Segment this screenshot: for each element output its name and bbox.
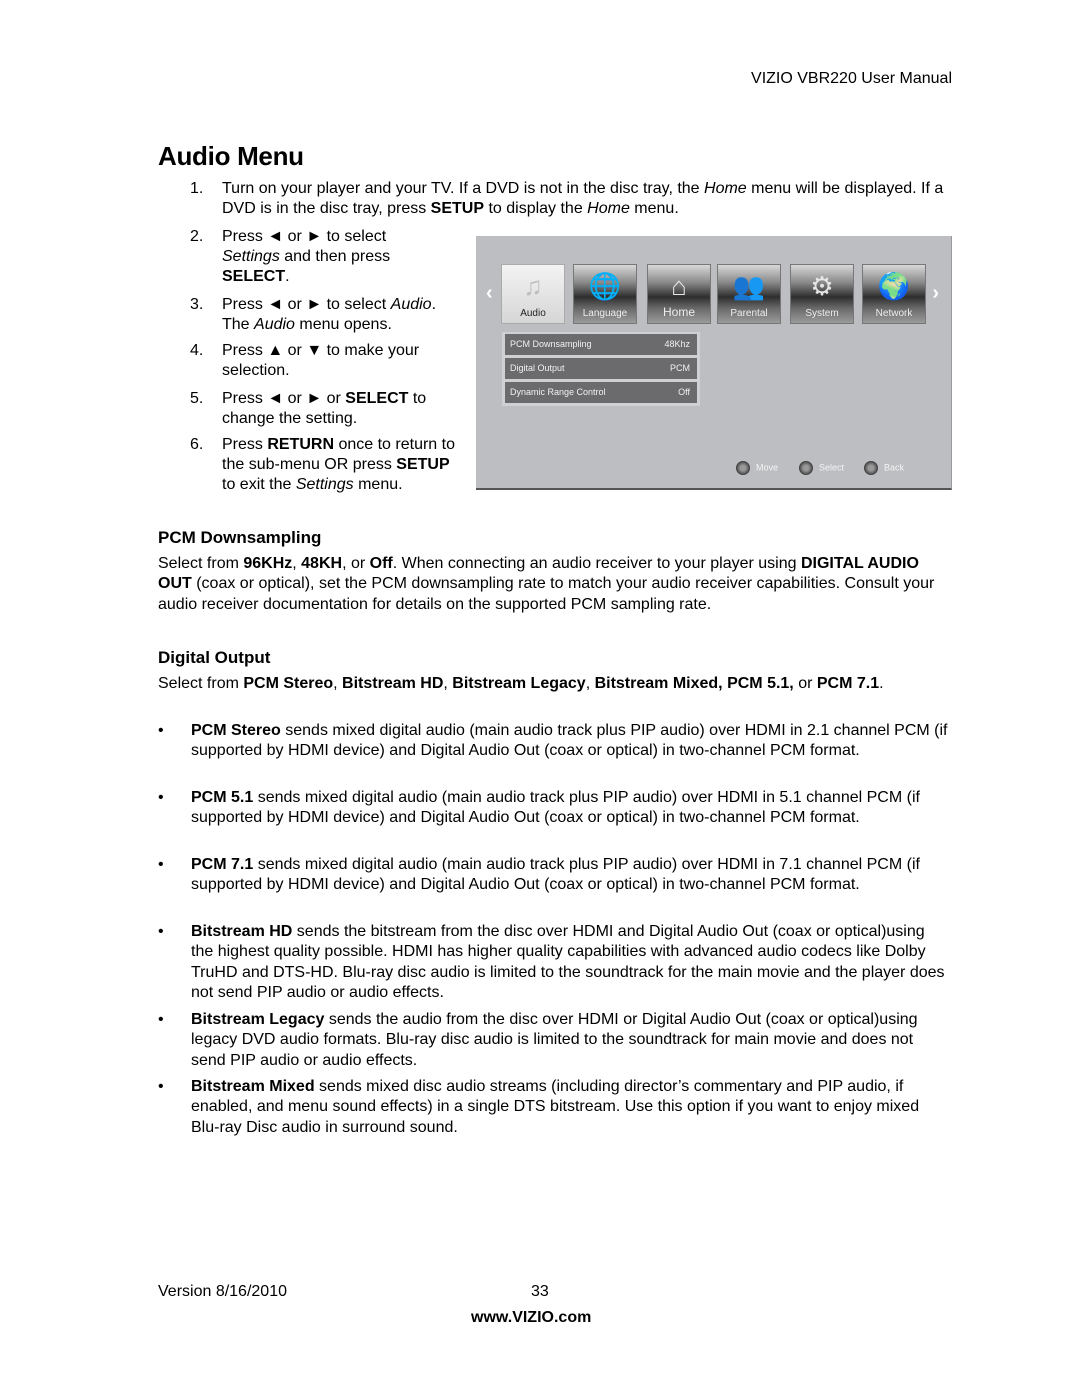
bullet-icon: • xyxy=(158,923,164,940)
right-arrow-icon: ► xyxy=(306,390,323,407)
up-arrow-icon: ▲ xyxy=(267,342,284,359)
footer-url-link[interactable]: www.VIZIO.com xyxy=(471,1309,591,1327)
hint-select: Select xyxy=(799,461,844,475)
page-title: Audio Menu xyxy=(158,141,304,171)
step-number: 1. xyxy=(190,180,204,197)
step-number: 6. xyxy=(190,436,204,453)
menu-tab-language[interactable]: 🌐 Language xyxy=(573,264,637,324)
globe-icon: 🌐 xyxy=(588,271,622,301)
step-number: 3. xyxy=(190,296,204,313)
nav-left-arrow-icon[interactable]: ‹ xyxy=(486,282,493,305)
dpad-icon xyxy=(799,461,813,475)
audio-menu-screenshot: ‹ › ♫ Audio 🌐 Language ⌂ Home 👥 Parental… xyxy=(476,236,952,490)
audio-settings-list: PCM Downsampling 48Khz Digital Output PC… xyxy=(502,332,700,406)
pcm-downsampling-description: Select from 96KHz, 48KH, or Off. When co… xyxy=(158,555,935,613)
music-note-icon: ♫ xyxy=(523,271,543,301)
people-icon: 👥 xyxy=(732,271,766,301)
setting-row-digital-output[interactable]: Digital Output PCM xyxy=(505,358,697,379)
manual-header-title: VIZIO VBR220 User Manual xyxy=(751,70,952,87)
footer-version: Version 8/16/2010 xyxy=(158,1283,287,1300)
bullet-icon: • xyxy=(158,1078,164,1095)
left-arrow-icon: ◄ xyxy=(267,296,284,313)
right-arrow-icon: ► xyxy=(306,296,323,313)
step-number: 4. xyxy=(190,342,204,359)
hint-move: Move xyxy=(736,461,778,475)
section-heading-pcm-downsampling: PCM Downsampling xyxy=(158,528,322,547)
gears-icon: ⚙ xyxy=(810,271,834,301)
menu-tab-system[interactable]: ⚙ System xyxy=(790,264,854,324)
section-heading-digital-output: Digital Output xyxy=(158,648,271,667)
digital-output-description: Select from PCM Stereo, Bitstream HD, Bi… xyxy=(158,675,884,692)
step-number: 5. xyxy=(190,390,204,407)
dpad-icon xyxy=(864,461,878,475)
menu-tab-home[interactable]: ⌂ Home xyxy=(647,264,711,324)
network-globe-icon: 🌍 xyxy=(877,271,911,301)
setting-row-dynamic-range-control[interactable]: Dynamic Range Control Off xyxy=(505,382,697,403)
nav-right-arrow-icon[interactable]: › xyxy=(932,282,939,305)
menu-tab-audio[interactable]: ♫ Audio xyxy=(501,264,565,324)
dpad-icon xyxy=(736,461,750,475)
house-icon: ⌂ xyxy=(671,271,687,301)
bullet-icon: • xyxy=(158,856,164,873)
bullet-icon: • xyxy=(158,789,164,806)
hint-back: Back xyxy=(864,461,904,475)
bullet-icon: • xyxy=(158,1011,164,1028)
down-arrow-icon: ▼ xyxy=(306,342,323,359)
setting-row-pcm-downsampling[interactable]: PCM Downsampling 48Khz xyxy=(505,334,697,355)
left-arrow-icon: ◄ xyxy=(267,228,284,245)
menu-tab-parental[interactable]: 👥 Parental xyxy=(717,264,781,324)
right-arrow-icon: ► xyxy=(306,228,323,245)
step-number: 2. xyxy=(190,228,204,245)
left-arrow-icon: ◄ xyxy=(267,390,284,407)
menu-tab-network[interactable]: 🌍 Network xyxy=(862,264,926,324)
bullet-icon: • xyxy=(158,722,164,739)
page-number: 33 xyxy=(531,1283,549,1300)
